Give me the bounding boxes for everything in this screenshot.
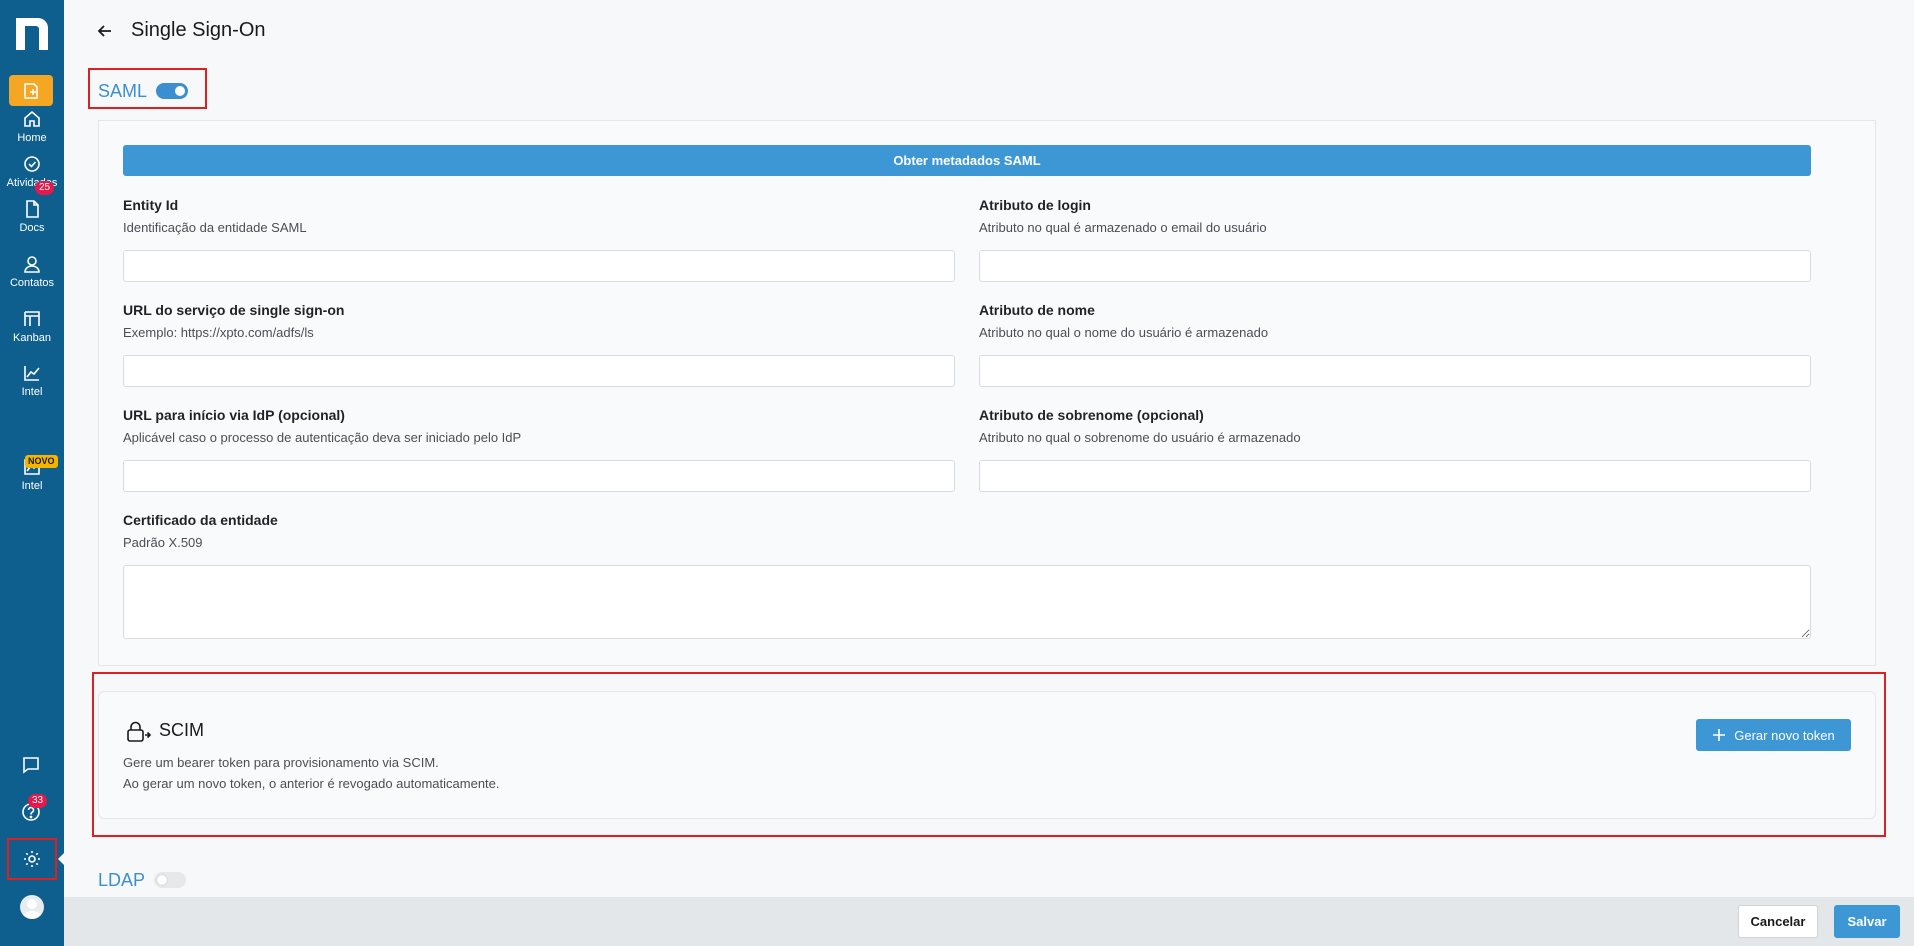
sidebar: Home Atividades 25 Docs Contatos Kanban … <box>0 0 65 946</box>
idp-url-input[interactable] <box>123 460 955 492</box>
sidebar-item-label: Contatos <box>9 277 55 289</box>
sidebar-item-atividades[interactable]: Atividades <box>0 151 64 199</box>
scim-description-line2: Ao gerar um novo token, o anterior é rev… <box>123 776 500 791</box>
atividades-count-badge: 25 <box>35 181 55 195</box>
scim-description-line1: Gere um bearer token para provisionament… <box>123 755 439 770</box>
name-attr-label: Atributo de nome <box>979 302 1095 318</box>
footer-bar <box>64 897 1914 946</box>
toggle-knob <box>157 875 167 885</box>
sidebar-item-label: Kanban <box>13 332 51 344</box>
app-logo[interactable] <box>12 14 52 52</box>
sidebar-item-kanban[interactable]: Kanban <box>0 306 64 354</box>
surname-attr-input[interactable] <box>979 460 1811 492</box>
avatar[interactable] <box>20 895 44 919</box>
plus-icon <box>1713 729 1726 741</box>
gear-icon <box>24 851 40 867</box>
surname-attr-help: Atributo no qual o sobrenome do usuário … <box>979 430 1301 445</box>
generate-token-button[interactable]: Gerar novo token <box>1696 719 1851 751</box>
sidebar-item-label: Docs <box>19 222 45 234</box>
certificate-label: Certificado da entidade <box>123 512 278 528</box>
get-saml-metadata-button[interactable]: Obter metadados SAML <box>123 145 1811 176</box>
lock-share-icon <box>127 721 152 742</box>
entity-id-input[interactable] <box>123 250 955 282</box>
cancel-button[interactable]: Cancelar <box>1738 905 1818 938</box>
ldap-section-title: LDAP <box>98 870 146 890</box>
sidebar-item-label: Home <box>17 132 47 144</box>
sidebar-item-label: Intel <box>21 386 43 398</box>
chart-line-icon <box>24 366 40 381</box>
login-attr-label: Atributo de login <box>979 197 1091 213</box>
home-icon <box>24 110 40 127</box>
back-arrow-icon[interactable] <box>96 22 114 40</box>
sso-url-input[interactable] <box>123 355 955 387</box>
toggle-knob <box>175 86 185 96</box>
scrollbar[interactable] <box>1906 0 1914 897</box>
login-attr-input[interactable] <box>979 250 1811 282</box>
save-button[interactable]: Salvar <box>1834 905 1900 938</box>
kanban-icon <box>24 311 40 326</box>
name-attr-help: Atributo no qual o nome do usuário é arm… <box>979 325 1269 340</box>
ldap-toggle[interactable] <box>154 872 186 888</box>
entity-id-help: Identificação da entidade SAML <box>123 220 307 235</box>
saml-section-title: SAML <box>98 81 148 101</box>
sidebar-item-home[interactable]: Home <box>0 106 64 154</box>
surname-attr-label: Atributo de sobrenome (opcional) <box>979 407 1204 423</box>
sidebar-item-contatos[interactable]: Contatos <box>0 251 64 299</box>
certificate-textarea[interactable] <box>123 565 1811 639</box>
user-avatar-icon <box>22 899 42 919</box>
check-circle-icon <box>24 156 40 172</box>
document-icon <box>26 200 39 218</box>
idp-url-help: Aplicável caso o processo de autenticaçã… <box>123 430 522 445</box>
new-document-button[interactable] <box>9 75 53 106</box>
certificate-help: Padrão X.509 <box>123 535 203 550</box>
sso-url-help: Exemplo: https://xpto.com/adfs/ls <box>123 325 314 340</box>
sidebar-item-intel[interactable]: Intel <box>0 360 64 408</box>
sidebar-item-label: Intel <box>21 480 43 492</box>
settings-button[interactable] <box>7 838 57 880</box>
page-title: Single Sign-On <box>131 19 266 41</box>
new-feature-badge: NOVO <box>25 455 58 468</box>
entity-id-label: Entity Id <box>123 197 179 213</box>
sidebar-item-docs[interactable]: Docs <box>0 196 64 244</box>
new-document-icon <box>24 82 38 99</box>
saml-toggle[interactable] <box>156 83 188 99</box>
sso-url-label: URL do serviço de single sign-on <box>123 302 345 318</box>
user-icon <box>24 256 40 273</box>
idp-url-label: URL para início via IdP (opcional) <box>123 407 345 423</box>
main-content: Single Sign-On SAML Obter metadados SAML… <box>64 0 1914 946</box>
generate-token-label: Gerar novo token <box>1734 727 1835 743</box>
help-count-badge: 33 <box>28 794 48 808</box>
name-attr-input[interactable] <box>979 355 1811 387</box>
chat-icon[interactable] <box>20 754 42 776</box>
scim-section-title: SCIM <box>159 720 204 740</box>
login-attr-help: Atributo no qual é armazenado o email do… <box>979 220 1267 235</box>
